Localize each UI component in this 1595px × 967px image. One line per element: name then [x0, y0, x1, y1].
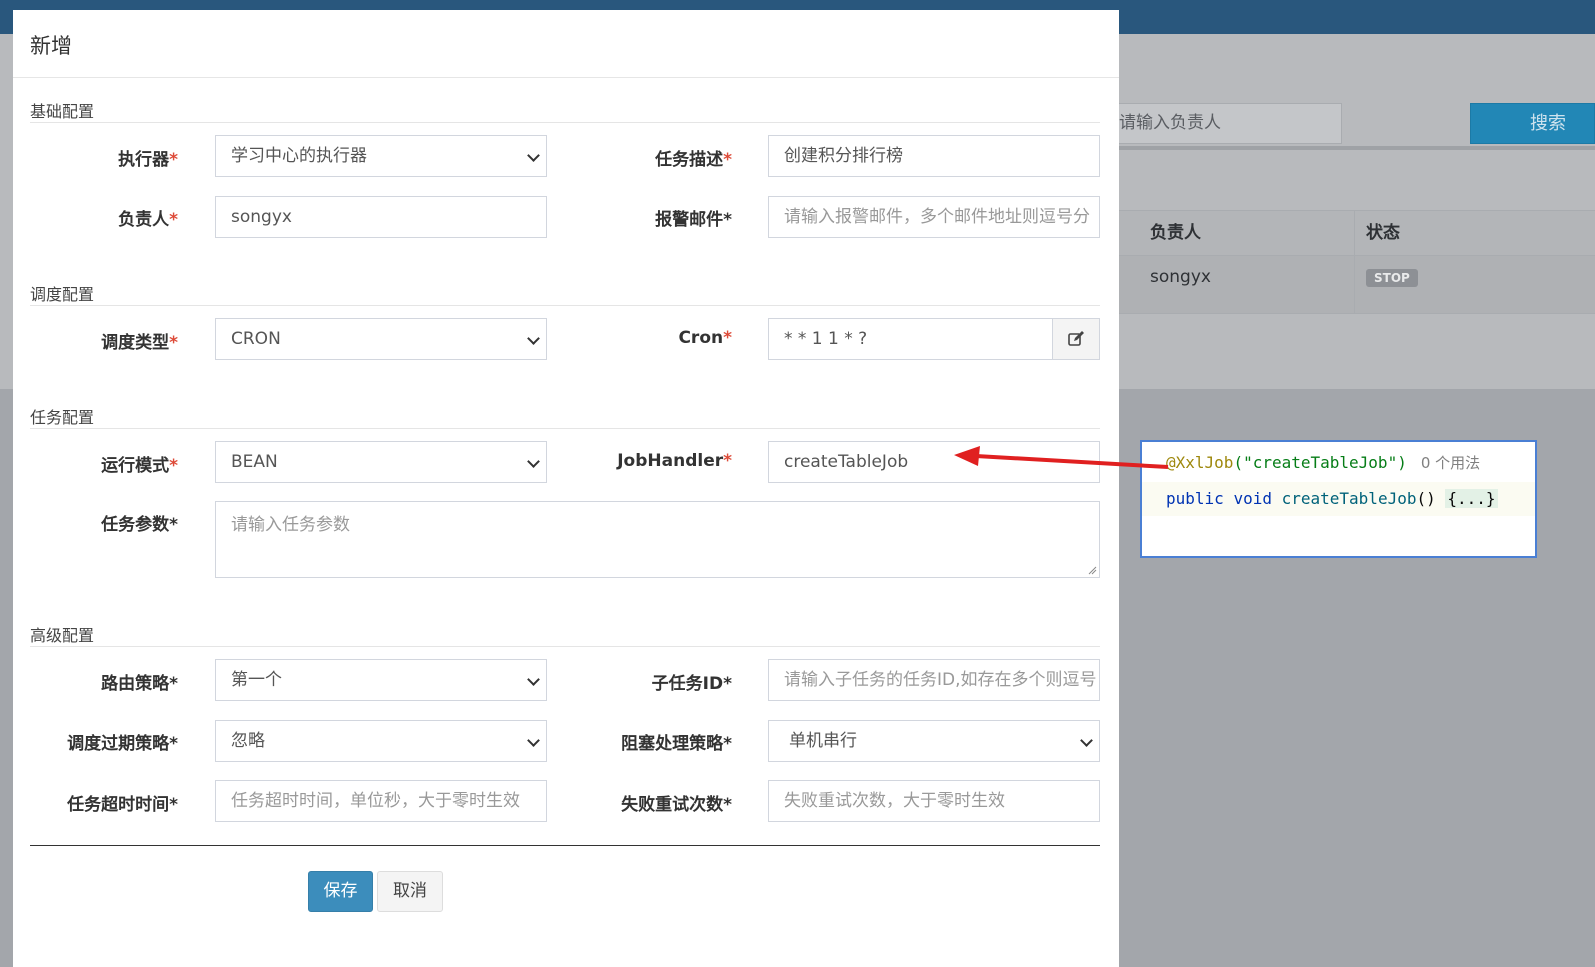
code-annotation-line: @XxlJob("createTableJob") 0 个用法	[1166, 452, 1480, 473]
code-method-line: public void createTableJob() {...}	[1142, 482, 1535, 516]
block-strategy-label: 阻塞处理策略*	[621, 734, 732, 754]
task-param-placeholder: 请输入任务参数	[231, 515, 350, 535]
code-usages-hint[interactable]: 0 个用法	[1421, 454, 1480, 472]
child-id-label: 子任务ID*	[651, 674, 732, 694]
table-row[interactable]: songyx STOP	[1118, 256, 1595, 314]
executor-select[interactable]: 学习中心的执行器	[215, 135, 547, 177]
code-keyword-public: public	[1166, 489, 1224, 508]
misfire-select[interactable]: 忽略	[215, 720, 547, 762]
table-header-row: 负责人 状态	[1118, 210, 1595, 256]
alarm-email-label: 报警邮件*	[655, 210, 732, 230]
desc-label: 任务描述*	[655, 150, 732, 170]
retry-input[interactable]: 失败重试次数，大于零时生效	[768, 780, 1100, 822]
background-divider	[1118, 146, 1595, 150]
run-mode-label: 运行模式*	[101, 456, 178, 476]
section-divider	[30, 428, 1100, 429]
block-strategy-select[interactable]: 单机串行	[768, 720, 1100, 762]
task-param-textarea[interactable]: 请输入任务参数	[215, 501, 1100, 578]
table-cell-owner: songyx	[1118, 256, 1355, 313]
resize-grip-icon[interactable]	[1088, 566, 1097, 575]
edit-icon	[1068, 331, 1084, 346]
child-id-input[interactable]: 请输入子任务的任务ID,如存在多个则逗号	[768, 659, 1100, 701]
task-param-label: 任务参数*	[101, 515, 178, 535]
section-divider	[30, 122, 1100, 123]
cancel-button[interactable]: 取消	[377, 871, 443, 912]
code-folded-body[interactable]: {...}	[1445, 489, 1498, 508]
table-cell-status: STOP	[1355, 256, 1595, 313]
cron-edit-button[interactable]	[1052, 318, 1100, 360]
section-title-schedule: 调度配置	[30, 285, 95, 304]
timeout-label: 任务超时时间*	[67, 795, 178, 815]
column-header-owner: 负责人	[1118, 211, 1355, 255]
owner-label: 负责人*	[118, 210, 178, 230]
desc-input[interactable]: 创建积分排行榜	[768, 135, 1100, 177]
column-header-status: 状态	[1366, 223, 1400, 243]
status-badge: STOP	[1366, 269, 1418, 287]
code-annotation-arg: ("createTableJob")	[1233, 453, 1407, 472]
schedule-type-select[interactable]: CRON	[215, 318, 547, 360]
code-method-name: createTableJob	[1281, 489, 1417, 508]
section-title-basic: 基础配置	[30, 102, 95, 121]
run-mode-select[interactable]: BEAN	[215, 441, 547, 483]
route-label: 路由策略*	[101, 674, 178, 694]
executor-label: 执行器*	[118, 150, 178, 170]
timeout-input[interactable]: 任务超时时间，单位秒，大于零时生效	[215, 780, 547, 822]
alarm-email-input[interactable]: 请输入报警邮件，多个邮件地址则逗号分	[768, 196, 1100, 238]
retry-label: 失败重试次数*	[621, 795, 732, 815]
search-button[interactable]: 搜索	[1470, 103, 1595, 144]
add-job-modal: 新增 基础配置 执行器* 学习中心的执行器 任务描述* 创建积分排行榜 负责人*…	[13, 10, 1119, 967]
schedule-type-label: 调度类型*	[101, 333, 178, 353]
section-divider	[30, 646, 1100, 647]
code-annotation: @XxlJob	[1166, 453, 1234, 472]
job-handler-label: JobHandler*	[617, 451, 732, 471]
footer-divider	[30, 845, 1100, 846]
code-snippet-panel: @XxlJob("createTableJob") 0 个用法 public vo…	[1140, 440, 1537, 558]
job-table: 负责人 状态 songyx STOP	[1118, 210, 1595, 314]
route-select[interactable]: 第一个	[215, 659, 547, 701]
cron-label: Cron*	[678, 328, 732, 348]
owner-search-input[interactable]: 请输入负责人	[1118, 103, 1342, 144]
section-title-task: 任务配置	[30, 408, 95, 427]
code-keyword-void: void	[1233, 489, 1272, 508]
misfire-label: 调度过期策略*	[67, 734, 178, 754]
code-parens: ()	[1416, 489, 1436, 508]
annotation-arrow-icon	[954, 446, 1169, 469]
owner-input[interactable]: songyx	[215, 196, 547, 238]
modal-title: 新增	[13, 10, 1119, 78]
section-title-advanced: 高级配置	[30, 626, 95, 645]
section-divider	[30, 305, 1100, 306]
save-button[interactable]: 保存	[308, 871, 373, 912]
cron-input[interactable]: * * 1 1 * ?	[768, 318, 1053, 360]
